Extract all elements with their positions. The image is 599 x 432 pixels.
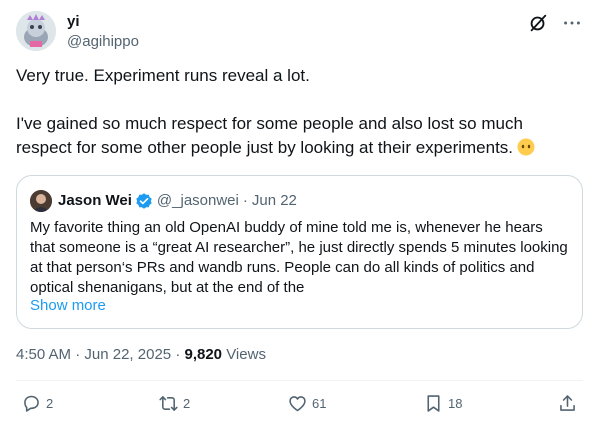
share-button[interactable] bbox=[557, 393, 578, 414]
quoted-avatar[interactable] bbox=[30, 190, 52, 212]
more-icon[interactable] bbox=[561, 12, 583, 34]
author-handle[interactable]: @agihippo bbox=[67, 32, 139, 51]
like-count: 61 bbox=[312, 395, 327, 411]
meta-separator: · bbox=[175, 346, 181, 363]
divider bbox=[16, 380, 583, 381]
meta-separator: · bbox=[75, 346, 81, 363]
reply-button[interactable]: 2 bbox=[21, 393, 53, 414]
tweet-text: Very true. Experiment runs reveal a lot.… bbox=[16, 64, 576, 160]
show-more-link[interactable]: Show more bbox=[30, 296, 106, 316]
action-bar: 2 2 61 18 bbox=[16, 393, 583, 421]
views-count: 9,820 bbox=[184, 346, 223, 363]
tweet-paragraph: I've gained so much respect for some peo… bbox=[16, 112, 576, 160]
reply-count: 2 bbox=[46, 395, 54, 411]
quoted-date[interactable]: Jun 22 bbox=[252, 191, 297, 211]
tweet-header: yi @agihippo bbox=[16, 10, 583, 52]
quoted-separator: · bbox=[242, 192, 248, 209]
repost-count: 2 bbox=[183, 395, 191, 411]
quoted-handle[interactable]: @_jasonwei bbox=[157, 191, 239, 211]
tweet-meta: 4:50 AM · Jun 22, 2025 · 9,820 Views bbox=[16, 345, 266, 365]
reply-icon bbox=[24, 395, 39, 412]
quoted-tweet-header: Jason Wei @_jasonwei · Jun 22 bbox=[30, 190, 297, 212]
quoted-tweet-text: My favorite thing an old OpenAI buddy of… bbox=[30, 219, 568, 296]
face-without-mouth-emoji bbox=[517, 138, 535, 156]
quoted-display-name[interactable]: Jason Wei bbox=[58, 191, 132, 211]
views-label: Views bbox=[226, 346, 266, 363]
tweet-date[interactable]: Jun 22, 2025 bbox=[84, 346, 171, 363]
bookmark-button[interactable]: 18 bbox=[423, 393, 462, 414]
bookmark-count: 18 bbox=[448, 395, 463, 411]
share-icon bbox=[560, 395, 575, 411]
author-names: yi @agihippo bbox=[67, 12, 139, 51]
author-display-name[interactable]: yi bbox=[67, 12, 139, 31]
like-icon bbox=[289, 396, 306, 412]
tweet-paragraph: Very true. Experiment runs reveal a lot. bbox=[16, 66, 310, 85]
verified-icon bbox=[136, 193, 152, 209]
grok-icon[interactable] bbox=[527, 12, 549, 34]
avatar[interactable] bbox=[16, 11, 56, 51]
bookmark-icon bbox=[427, 395, 440, 412]
top-right-actions bbox=[527, 12, 583, 34]
repost-icon bbox=[159, 396, 178, 411]
repost-button[interactable]: 2 bbox=[158, 393, 190, 414]
tweet-time[interactable]: 4:50 AM bbox=[16, 346, 71, 363]
like-button[interactable]: 61 bbox=[287, 393, 326, 414]
tweet-paragraph-text: I've gained so much respect for some peo… bbox=[16, 114, 523, 157]
quoted-tweet[interactable]: Jason Wei @_jasonwei · Jun 22 My favorit… bbox=[16, 175, 583, 329]
